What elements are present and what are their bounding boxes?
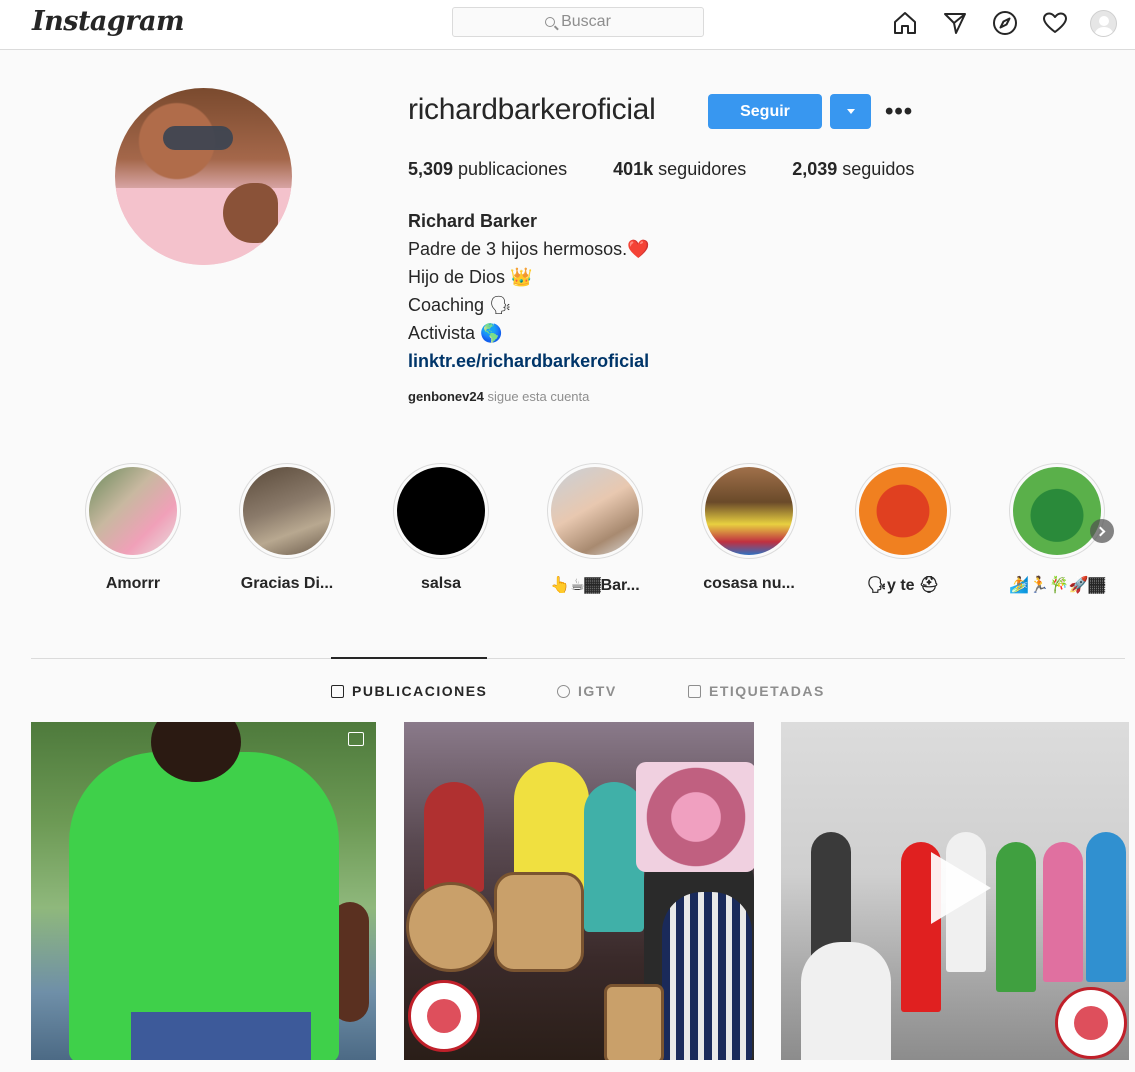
- post-image-detail: [131, 1012, 311, 1060]
- highlight-ring: [547, 463, 643, 559]
- profile-username: richardbarkeroficial: [408, 93, 656, 126]
- top-nav: Instagram Buscar: [0, 0, 1135, 50]
- stat-count: 5,309: [408, 159, 454, 179]
- followers-count[interactable]: 401k seguidores: [613, 159, 746, 180]
- highlights-next-button[interactable]: [1090, 519, 1114, 543]
- post-thumbnail[interactable]: [404, 722, 754, 1060]
- highlight-ring: [393, 463, 489, 559]
- tab-publicaciones[interactable]: PUBLICACIONES: [331, 683, 487, 699]
- followed-by-text: sigue esta cuenta: [483, 389, 590, 404]
- highlight-label: 🗣y te ⛑: [866, 577, 940, 594]
- stat-label: seguidos: [837, 159, 915, 179]
- tabs-divider: [31, 658, 1125, 659]
- direct-icon[interactable]: [940, 8, 970, 38]
- highlight-label: cosasa nu...: [703, 575, 795, 592]
- carousel-icon: [348, 732, 364, 746]
- post-image-detail: [1043, 842, 1083, 982]
- profile-picture-glasses: [163, 126, 233, 150]
- highlight-ring: [1009, 463, 1105, 559]
- highlight-label: 🏄🏃🎋🚀🏾: [1009, 577, 1105, 594]
- post-image-detail: [1086, 832, 1126, 982]
- post-thumbnail[interactable]: [781, 722, 1129, 1060]
- bio-line: Padre de 3 hijos hermosos.❤️: [408, 239, 650, 259]
- highlight-item[interactable]: 👆☕🏾Bar...: [535, 463, 655, 595]
- highlight-item[interactable]: salsa: [381, 463, 501, 593]
- nav-icons: [890, 8, 1117, 38]
- highlight-item[interactable]: Amorrr: [73, 463, 193, 593]
- followed-by[interactable]: genbonev24 sigue esta cuenta: [408, 389, 589, 404]
- post-image-detail: [636, 762, 754, 872]
- grid-icon: [331, 684, 344, 698]
- tab-label: PUBLICACIONES: [352, 683, 488, 699]
- follow-button[interactable]: Seguir: [708, 94, 822, 129]
- profile-picture[interactable]: [115, 88, 292, 265]
- highlight-cover: [705, 467, 793, 555]
- bio-line: Activista 🌎: [408, 323, 503, 343]
- post-image-detail: [494, 872, 584, 972]
- instagram-logo[interactable]: Instagram: [32, 6, 185, 37]
- stat-label: seguidores: [653, 159, 747, 179]
- tab-label: IGTV: [578, 683, 617, 699]
- tagged-icon: [688, 684, 701, 698]
- highlight-ring: [239, 463, 335, 559]
- post-image-detail: [604, 984, 664, 1060]
- highlight-cover: [243, 467, 331, 555]
- play-icon: [931, 852, 991, 924]
- highlight-item[interactable]: 🗣y te ⛑: [843, 463, 963, 595]
- search-placeholder: Buscar: [561, 13, 611, 30]
- stat-label: publicaciones: [453, 159, 568, 179]
- bio-line: Hijo de Dios 👑: [408, 267, 533, 287]
- chevron-right-icon: [1095, 526, 1106, 536]
- highlight-label: Gracias Di...: [240, 575, 334, 592]
- profile-stats: 5,309 publicaciones 401k seguidores 2,03…: [408, 159, 960, 180]
- highlight-ring: [701, 463, 797, 559]
- post-image-detail: [424, 782, 484, 892]
- highlight-cover: [89, 467, 177, 555]
- tab-etiquetadas[interactable]: ETIQUETADAS: [688, 683, 825, 699]
- highlight-ring: [85, 463, 181, 559]
- highlight-label: 👆☕🏾Bar...: [550, 577, 640, 594]
- stat-count: 2,039: [792, 159, 838, 179]
- post-image-detail: [996, 842, 1036, 992]
- tab-igtv[interactable]: IGTV: [557, 683, 617, 699]
- explore-icon[interactable]: [990, 8, 1020, 38]
- highlight-item[interactable]: cosasa nu...: [689, 463, 809, 593]
- profile-avatar[interactable]: [1090, 9, 1117, 37]
- followed-by-user: genbonev24: [408, 389, 484, 404]
- highlight-cover: [1013, 467, 1101, 555]
- post-image-detail: [662, 892, 752, 1060]
- active-tab-indicator: [331, 657, 487, 659]
- chevron-down-icon: [846, 109, 855, 114]
- highlight-cover: [397, 467, 485, 555]
- post-image-detail: [584, 782, 644, 932]
- highlight-ring: [855, 463, 951, 559]
- post-image-detail: [801, 942, 891, 1060]
- igtv-icon: [557, 684, 570, 698]
- options-more-button[interactable]: •••: [885, 98, 913, 126]
- search-input[interactable]: Buscar: [452, 7, 704, 37]
- profile-picture-hand: [223, 183, 278, 243]
- home-icon[interactable]: [890, 8, 920, 38]
- highlight-item[interactable]: Gracias Di...: [227, 463, 347, 593]
- suggested-accounts-button[interactable]: [830, 94, 871, 129]
- post-image-detail: [406, 882, 496, 972]
- highlight-label: Amorrr: [105, 575, 161, 592]
- post-logo-seal: [408, 980, 480, 1052]
- highlight-cover: [551, 467, 639, 555]
- bio-link[interactable]: linktr.ee/richardbarkeroficial: [408, 347, 650, 375]
- highlight-cover: [859, 467, 947, 555]
- profile-full-name: Richard Barker: [408, 211, 538, 231]
- highlight-label: salsa: [420, 575, 462, 592]
- post-thumbnail[interactable]: [31, 722, 376, 1060]
- bio-line: Coaching 🗣: [408, 295, 512, 315]
- stat-count: 401k: [613, 159, 654, 179]
- post-logo-seal: [1055, 987, 1127, 1059]
- tab-label: ETIQUETADAS: [709, 683, 825, 699]
- profile-bio: Richard Barker Padre de 3 hijos hermosos…: [408, 207, 650, 375]
- posts-count: 5,309 publicaciones: [408, 159, 567, 180]
- heart-icon[interactable]: [1040, 8, 1070, 38]
- following-count[interactable]: 2,039 seguidos: [792, 159, 914, 180]
- search-icon: [545, 17, 556, 27]
